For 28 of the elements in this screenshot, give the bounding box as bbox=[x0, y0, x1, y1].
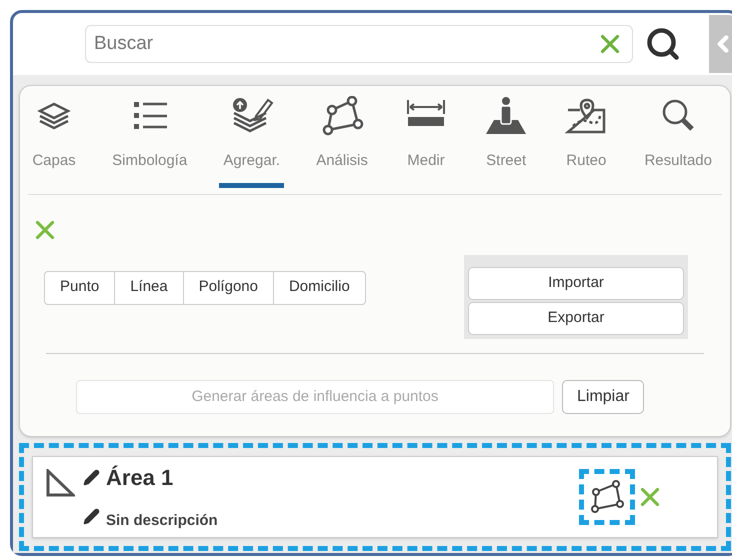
search-icon[interactable] bbox=[645, 26, 681, 62]
toolbar-tab[interactable]: Street bbox=[480, 96, 532, 188]
toolbar-tab[interactable]: Resultado bbox=[640, 96, 716, 188]
route-map-icon bbox=[564, 96, 608, 136]
edit-geometry-button[interactable] bbox=[579, 469, 635, 525]
polygon-icon bbox=[320, 96, 364, 136]
person-on-map-icon bbox=[484, 96, 528, 136]
clear-button[interactable]: Limpiar bbox=[562, 380, 644, 414]
toolbar-tab[interactable]: Medir bbox=[400, 96, 452, 188]
toolbar-tab[interactable]: Análisis bbox=[312, 96, 372, 188]
edit-icon[interactable] bbox=[83, 508, 100, 525]
toolbar-tab[interactable]: Capas bbox=[28, 96, 80, 188]
draw-type-button[interactable]: Punto bbox=[45, 272, 114, 304]
feature-title: Área 1 bbox=[106, 464, 174, 492]
file-button[interactable]: Exportar bbox=[468, 302, 684, 334]
file-button[interactable]: Importar bbox=[468, 266, 684, 300]
search-field[interactable]: Buscar bbox=[85, 25, 633, 63]
buffer-input-field[interactable]: Generar áreas de influencia a puntos bbox=[76, 380, 554, 414]
draw-type-button[interactable]: Domicilio bbox=[272, 272, 365, 304]
toolbar-tab[interactable]: Agregar. bbox=[219, 96, 284, 188]
triangle-ruler-icon bbox=[45, 469, 75, 497]
edit-icon[interactable] bbox=[83, 469, 100, 486]
toolbar-tab[interactable]: Simbología bbox=[108, 96, 192, 188]
polygon-icon bbox=[590, 480, 624, 514]
draw-type-button[interactable]: Línea bbox=[114, 272, 183, 304]
toolbar-tab[interactable]: Ruteo bbox=[560, 96, 612, 188]
draw-type-button[interactable]: Polígono bbox=[182, 272, 273, 304]
feature-description: Sin descripción bbox=[106, 511, 218, 532]
